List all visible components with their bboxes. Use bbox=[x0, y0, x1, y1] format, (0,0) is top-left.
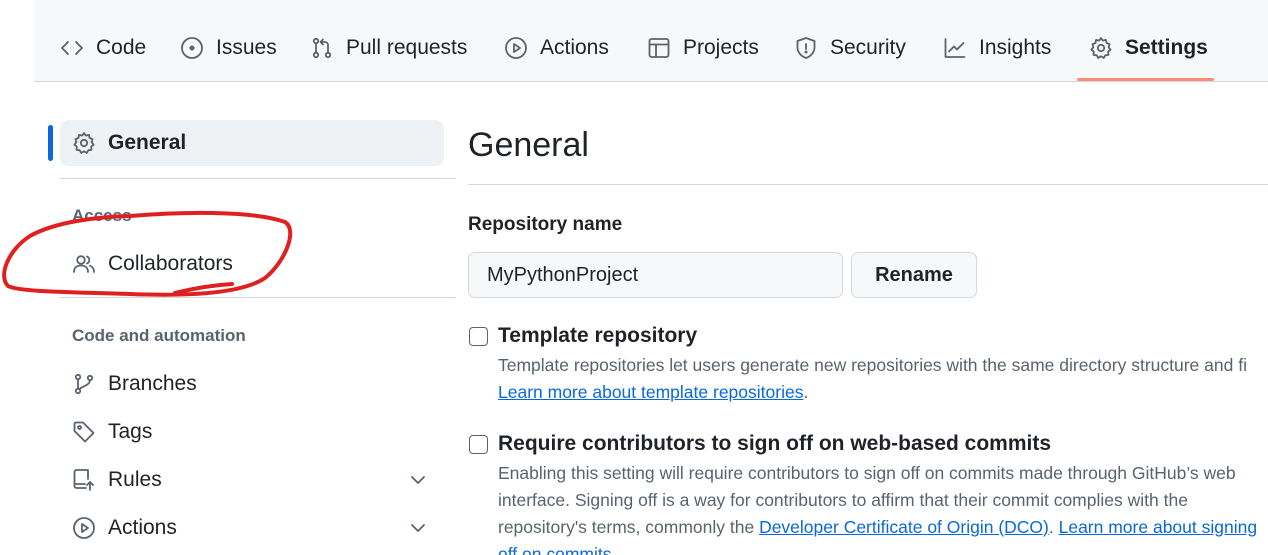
tab-code-label: Code bbox=[96, 36, 147, 59]
sidebar-item-actions[interactable]: Actions bbox=[60, 505, 444, 551]
signoff-desc-line3: repository's terms, commonly the bbox=[498, 517, 760, 537]
page-title: General bbox=[468, 126, 589, 164]
graph-icon bbox=[944, 38, 966, 58]
people-icon bbox=[73, 255, 95, 273]
tab-issues-label: Issues bbox=[216, 36, 277, 59]
sidebar-divider bbox=[60, 297, 456, 298]
signoff-desc-sep: . bbox=[1048, 517, 1059, 537]
sidebar-item-label: Tags bbox=[108, 420, 153, 443]
title-divider bbox=[468, 184, 1268, 185]
tab-actions[interactable]: Actions bbox=[504, 30, 609, 66]
signoff-desc-line2: interface. Signing off is a way for cont… bbox=[498, 490, 1188, 510]
git-branch-icon bbox=[74, 373, 94, 395]
tab-security[interactable]: Security bbox=[794, 30, 906, 66]
code-icon bbox=[61, 41, 83, 55]
tab-security-label: Security bbox=[830, 36, 906, 59]
repo-name-input[interactable] bbox=[468, 252, 843, 298]
play-icon bbox=[505, 37, 527, 59]
selected-tab-underline bbox=[1077, 78, 1214, 81]
chevron-down-icon[interactable] bbox=[406, 516, 430, 540]
tab-actions-label: Actions bbox=[540, 36, 609, 59]
sidebar-item-general[interactable]: General bbox=[60, 120, 444, 166]
sidebar-item-label: Actions bbox=[108, 516, 177, 539]
tag-icon bbox=[73, 421, 95, 443]
repo-push-icon bbox=[73, 469, 94, 491]
tab-projects[interactable]: Projects bbox=[647, 30, 759, 66]
link-suffix: . bbox=[803, 382, 809, 402]
signoff-desc-line1: Enabling this setting will require contr… bbox=[498, 463, 1236, 483]
template-repository-checkbox[interactable] bbox=[469, 327, 488, 346]
sidebar-item-label: Branches bbox=[108, 372, 197, 395]
rename-button[interactable]: Rename bbox=[851, 252, 977, 298]
require-signoff-desc: Enabling this setting will require contr… bbox=[498, 460, 1268, 555]
play-icon bbox=[73, 517, 95, 539]
table-icon bbox=[648, 38, 670, 58]
tab-issues[interactable]: Issues bbox=[180, 30, 277, 66]
require-signoff-checkbox[interactable] bbox=[469, 435, 488, 454]
tab-insights[interactable]: Insights bbox=[943, 30, 1051, 66]
sidebar-item-label: Rules bbox=[108, 468, 162, 491]
issue-opened-icon bbox=[181, 37, 203, 59]
sidebar-item-tags[interactable]: Tags bbox=[60, 409, 444, 455]
sidebar-item-branches[interactable]: Branches bbox=[60, 361, 444, 407]
dco-link[interactable]: Developer Certificate of Origin (DCO) bbox=[759, 517, 1049, 537]
shield-icon bbox=[796, 37, 816, 59]
sidebar-item-label: Collaborators bbox=[108, 252, 233, 275]
template-repository-desc: Template repositories let users generate… bbox=[498, 352, 1268, 406]
tab-projects-label: Projects bbox=[683, 36, 759, 59]
sidebar-item-rules[interactable]: Rules bbox=[60, 457, 444, 503]
tab-settings-label: Settings bbox=[1125, 36, 1208, 59]
learn-template-link[interactable]: Learn more about template repositories bbox=[498, 382, 803, 402]
learn-signoff-link-cont[interactable]: off on commits bbox=[498, 544, 611, 555]
gear-icon bbox=[73, 132, 95, 154]
chevron-down-icon[interactable] bbox=[406, 468, 430, 492]
gear-icon bbox=[1090, 37, 1112, 59]
sidebar-divider bbox=[60, 178, 456, 179]
template-desc-text: Template repositories let users generate… bbox=[498, 355, 1247, 375]
require-signoff-title: Require contributors to sign off on web-… bbox=[498, 432, 1052, 455]
tab-settings[interactable]: Settings bbox=[1089, 30, 1208, 66]
repo-name-label: Repository name bbox=[468, 214, 623, 235]
sidebar-heading-access: Access bbox=[72, 206, 132, 225]
git-pull-request-icon bbox=[312, 37, 332, 59]
sidebar-item-label: General bbox=[108, 131, 187, 154]
template-repository-title: Template repository bbox=[498, 324, 698, 347]
sidebar-item-collaborators[interactable]: Collaborators bbox=[60, 241, 444, 287]
sidebar-heading-code-automation: Code and automation bbox=[72, 326, 246, 345]
active-item-indicator bbox=[48, 125, 53, 161]
learn-signoff-link[interactable]: Learn more about signing bbox=[1059, 517, 1257, 537]
tab-pull-requests[interactable]: Pull requests bbox=[310, 30, 467, 66]
tab-code[interactable]: Code bbox=[60, 30, 146, 66]
tab-pull-requests-label: Pull requests bbox=[346, 36, 468, 59]
tab-insights-label: Insights bbox=[979, 36, 1052, 59]
